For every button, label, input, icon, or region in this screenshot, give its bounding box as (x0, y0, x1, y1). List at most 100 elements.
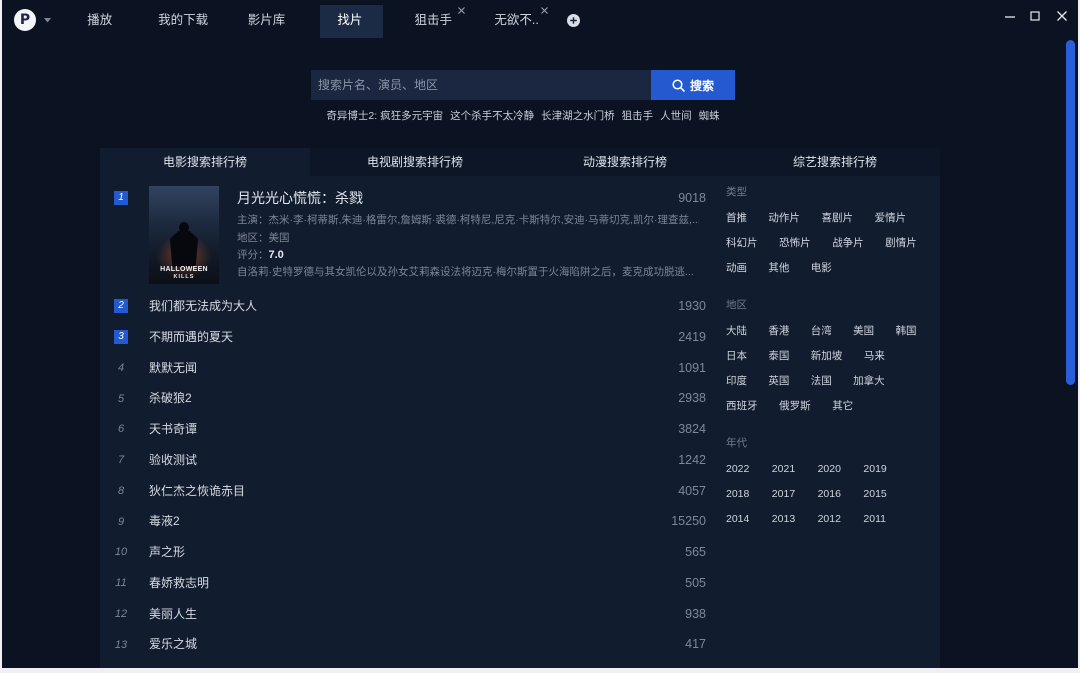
tab-variety-ranking[interactable]: 综艺搜索排行榜 (730, 148, 940, 176)
rank-row[interactable]: 2 我们都无法成为大人 1930 (100, 291, 710, 322)
tab-my-downloads[interactable]: 我的下载 (141, 0, 224, 38)
filter-option[interactable]: 泰国 (768, 344, 789, 369)
filter-option[interactable]: 其他 (768, 256, 789, 281)
filter-option[interactable]: 剧情片 (885, 231, 917, 256)
hot-search-link[interactable]: 蜘蛛 (699, 110, 720, 122)
filter-option[interactable]: 新加坡 (811, 344, 843, 369)
movie-title[interactable]: 爱乐之城 (149, 629, 197, 660)
filter-option[interactable]: 爱情片 (875, 206, 907, 231)
filter-option[interactable]: 西班牙 (726, 394, 758, 419)
filter-option[interactable]: 2019 (863, 457, 888, 482)
movie-title[interactable]: 狄仁杰之恢诡赤目 (149, 476, 245, 507)
close-icon[interactable] (1054, 8, 1070, 24)
rank-row[interactable]: 9 毒液2 15250 (100, 506, 710, 537)
rank-row[interactable]: 10 声之形 565 (100, 537, 710, 568)
ranking-panel: 1 HALLOWEEN KILLS 月光光心慌慌：杀戮 9018 主演：杰米·李… (100, 176, 940, 668)
filter-option[interactable]: 恐怖片 (779, 231, 811, 256)
rank-row-featured[interactable]: 1 HALLOWEEN KILLS 月光光心慌慌：杀戮 9018 主演：杰米·李… (100, 176, 710, 291)
filter-option[interactable]: 动画 (726, 256, 747, 281)
tab-tv-ranking[interactable]: 电视剧搜索排行榜 (310, 148, 520, 176)
movie-title[interactable]: 天书奇谭 (149, 414, 197, 445)
tab-find-movies[interactable]: 找片 (308, 0, 391, 38)
filter-option[interactable]: 美国 (853, 319, 874, 344)
movie-title[interactable]: 春娇救志明 (149, 568, 209, 599)
filter-option[interactable]: 台湾 (811, 319, 832, 344)
rank-row[interactable]: 8 狄仁杰之恢诡赤目 4057 (100, 476, 710, 507)
rank-row[interactable]: 13 爱乐之城 417 (100, 629, 710, 660)
search-input[interactable] (311, 70, 651, 100)
rank-row[interactable]: 4 默默无闻 1091 (100, 353, 710, 384)
rank-row[interactable]: 6 天书奇谭 3824 (100, 414, 710, 445)
filter-option[interactable]: 英国 (768, 369, 789, 394)
tab-sniper[interactable]: 狙击手 (392, 0, 475, 38)
movie-title[interactable]: 声之形 (149, 537, 185, 568)
filter-option[interactable]: 俄罗斯 (779, 394, 811, 419)
filter-option[interactable]: 法国 (811, 369, 832, 394)
hot-search-link[interactable]: 这个杀手不太冷静 (450, 110, 534, 122)
hot-search-link[interactable]: 人世间 (660, 110, 692, 122)
filter-option[interactable]: 韩国 (896, 319, 917, 344)
rank-row[interactable]: 3 不期而遇的夏天 2419 (100, 322, 710, 353)
filter-option[interactable]: 加拿大 (853, 369, 885, 394)
rank-row[interactable]: 5 杀破狼2 2938 (100, 383, 710, 414)
scrollbar[interactable] (1066, 40, 1075, 668)
rank-row[interactable]: 11 春娇救志明 505 (100, 568, 710, 599)
filter-option[interactable]: 2018 (726, 482, 751, 507)
filter-option[interactable]: 大陆 (726, 319, 747, 344)
tab-label: 播放 (87, 13, 113, 27)
movie-title[interactable]: 默默无闻 (149, 353, 197, 384)
minimize-icon[interactable] (1002, 8, 1018, 24)
close-tab-icon[interactable] (458, 7, 465, 14)
movie-poster[interactable]: HALLOWEEN KILLS (149, 186, 219, 284)
hot-search-link[interactable]: 奇异博士2: 疯狂多元宇宙 (326, 110, 443, 122)
filter-option[interactable]: 其它 (832, 394, 853, 419)
filter-option[interactable]: 科幻片 (726, 231, 758, 256)
filter-option[interactable]: 2013 (772, 507, 797, 532)
filter-option[interactable]: 战争片 (832, 231, 864, 256)
search-button[interactable]: 搜索 (651, 70, 735, 100)
hot-searches: 奇异博士2: 疯狂多元宇宙 这个杀手不太冷静 长津湖之水门桥 狙击手 人世间 蜘蛛 (311, 109, 735, 123)
filter-option[interactable]: 日本 (726, 344, 747, 369)
close-tab-icon[interactable] (541, 7, 549, 14)
movie-title[interactable]: 不期而遇的夏天 (149, 322, 233, 353)
tab-anime-ranking[interactable]: 动漫搜索排行榜 (520, 148, 730, 176)
maximize-icon[interactable] (1027, 8, 1043, 24)
chevron-down-icon[interactable] (44, 18, 51, 23)
tab-movie-ranking[interactable]: 电影搜索排行榜 (100, 148, 310, 176)
filter-option[interactable]: 2017 (772, 482, 797, 507)
filter-option[interactable]: 2012 (818, 507, 843, 532)
plus-circle-icon[interactable] (567, 14, 580, 27)
rank-row[interactable]: 7 验收测试 1242 (100, 445, 710, 476)
filter-option[interactable]: 2016 (818, 482, 843, 507)
tab-play[interactable]: 播放 (58, 0, 141, 38)
movie-title[interactable]: 验收测试 (149, 445, 197, 476)
movie-title[interactable]: 美丽人生 (149, 599, 197, 630)
movie-title[interactable]: 我们都无法成为大人 (149, 291, 257, 322)
filter-option[interactable]: 2021 (772, 457, 797, 482)
app-logo-icon[interactable]: P (14, 9, 36, 31)
filter-option[interactable]: 2014 (726, 507, 751, 532)
filter-option[interactable]: 马来 (864, 344, 885, 369)
movie-title[interactable]: 杀破狼2 (149, 383, 192, 414)
movie-title[interactable]: 月光光心慌慌：杀戮 (237, 188, 363, 208)
filter-option[interactable]: 香港 (768, 319, 789, 344)
filter-option[interactable]: 动作片 (768, 206, 800, 231)
tab-library[interactable]: 影片库 (225, 0, 308, 38)
filter-option[interactable]: 2020 (818, 457, 843, 482)
filter-option[interactable]: 喜剧片 (821, 206, 853, 231)
hot-search-link[interactable]: 狙击手 (622, 110, 654, 122)
search-count: 2938 (678, 391, 706, 406)
filter-option[interactable]: 2011 (863, 507, 888, 532)
hot-search-link[interactable]: 长津湖之水门桥 (541, 110, 615, 122)
filter-option[interactable]: 首推 (726, 206, 747, 231)
rank-row[interactable]: 12 美丽人生 938 (100, 599, 710, 630)
filter-option[interactable]: 2022 (726, 457, 751, 482)
filter-option[interactable]: 印度 (726, 369, 747, 394)
rank-number: 10 (114, 546, 128, 559)
tab-video-playing[interactable]: 无欲不.. (475, 0, 558, 38)
search-count: 1242 (678, 452, 706, 467)
movie-title[interactable]: 毒液2 (149, 506, 180, 537)
filter-option[interactable]: 2015 (863, 482, 888, 507)
scrollbar-thumb[interactable] (1066, 40, 1075, 386)
filter-option[interactable]: 电影 (811, 256, 832, 281)
